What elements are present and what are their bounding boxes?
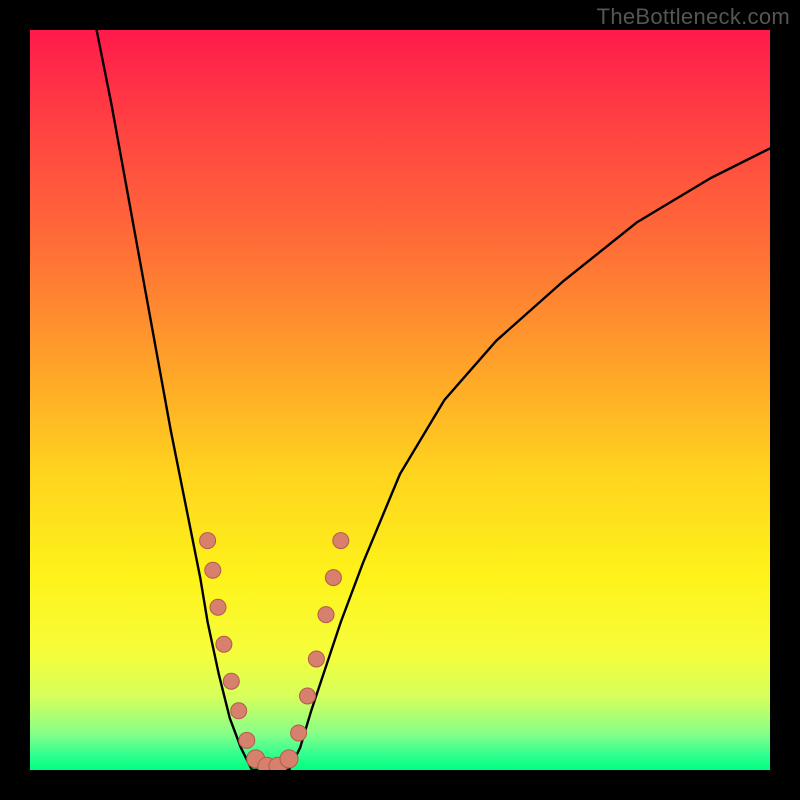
data-marker	[280, 750, 298, 768]
data-marker	[239, 732, 255, 748]
data-marker	[216, 636, 232, 652]
chart-plot-area	[30, 30, 770, 770]
watermark-text: TheBottleneck.com	[597, 4, 790, 30]
image-frame: TheBottleneck.com	[0, 0, 800, 800]
data-marker	[308, 651, 324, 667]
marker-layer	[200, 533, 349, 770]
data-marker	[318, 607, 334, 623]
data-marker	[223, 673, 239, 689]
data-marker	[333, 533, 349, 549]
data-marker	[300, 688, 316, 704]
data-marker	[210, 599, 226, 615]
data-marker	[231, 703, 247, 719]
data-marker	[325, 570, 341, 586]
curve-layer	[97, 30, 770, 770]
bottleneck-curve	[97, 30, 770, 770]
data-marker	[200, 533, 216, 549]
data-marker	[291, 725, 307, 741]
chart-svg	[30, 30, 770, 770]
data-marker	[205, 562, 221, 578]
